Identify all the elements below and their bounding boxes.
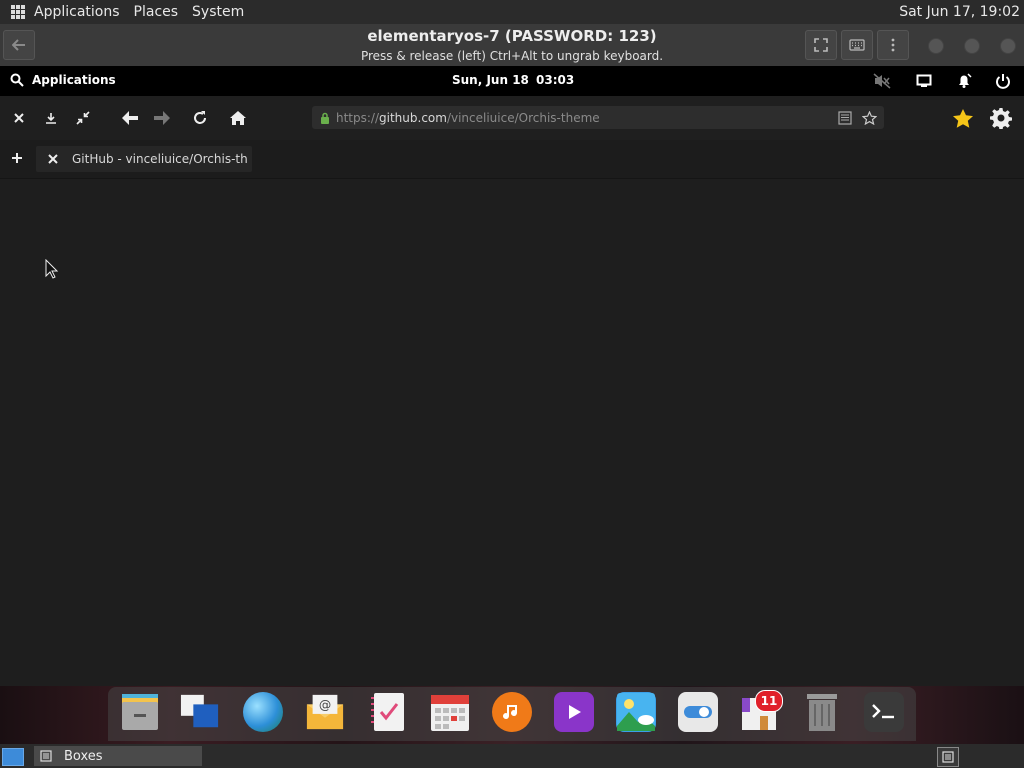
restore-button[interactable]: [71, 106, 95, 130]
reload-icon: [194, 111, 206, 124]
back-nav-button[interactable]: [118, 106, 142, 130]
show-desktop-icon[interactable]: [2, 748, 24, 766]
multitasking-icon[interactable]: [180, 692, 220, 732]
app-grid-icon[interactable]: [11, 5, 25, 19]
settings-button[interactable]: [989, 106, 1013, 130]
web-browser-icon[interactable]: [243, 692, 283, 732]
mail-icon[interactable]: @: [305, 692, 345, 732]
tab-title: GitHub - vinceliuice/Orchis-th: [72, 152, 248, 166]
url-bar[interactable]: https://github.com/vinceliuice/Orchis-th…: [312, 106, 884, 129]
taskbar-item-boxes[interactable]: Boxes: [34, 746, 202, 766]
mouse-pointer-icon: [45, 259, 59, 279]
terminal-icon[interactable]: [864, 692, 904, 732]
boxes-app-icon: [40, 750, 52, 762]
host-clock[interactable]: Sat Jun 17, 19:02: [899, 4, 1020, 20]
videos-icon[interactable]: [554, 692, 594, 732]
home-button[interactable]: [226, 106, 250, 130]
workspace-switcher-icon[interactable]: [937, 747, 959, 767]
fullscreen-icon: [814, 38, 828, 52]
sound-muted-icon[interactable]: [873, 72, 891, 90]
keyboard-button[interactable]: [841, 30, 873, 60]
svg-text:@: @: [319, 698, 331, 712]
arrow-right-icon: [154, 111, 170, 125]
download-icon: [46, 113, 56, 124]
guest-time[interactable]: 03:03: [536, 73, 574, 87]
guest-top-panel: Applications Sun, Jun 18 03:03: [0, 66, 1024, 96]
browser-tab[interactable]: GitHub - vinceliuice/Orchis-th: [36, 146, 252, 172]
appcenter-update-badge: 11: [755, 690, 783, 712]
menu-button[interactable]: [877, 30, 909, 60]
notifications-icon[interactable]: [955, 72, 973, 90]
calendar-icon[interactable]: [430, 692, 470, 732]
arrow-left-icon: [122, 111, 138, 125]
taskbar-item-label: Boxes: [64, 748, 103, 764]
lock-icon: [321, 112, 329, 124]
minimize-window-button[interactable]: [928, 38, 944, 54]
page-content[interactable]: [0, 179, 1024, 686]
power-icon[interactable]: [994, 72, 1012, 90]
bookmark-star-icon[interactable]: [862, 110, 877, 125]
close-window-button[interactable]: [1000, 38, 1016, 54]
reload-button[interactable]: [188, 106, 212, 130]
guest-applications-button[interactable]: Applications: [10, 73, 116, 87]
star-icon: [953, 108, 973, 128]
files-icon[interactable]: [120, 692, 160, 732]
maximize-window-button[interactable]: [964, 38, 980, 54]
guest-applications-label: Applications: [32, 73, 116, 87]
gear-icon: [990, 108, 1012, 129]
forward-nav-button[interactable]: [150, 106, 174, 130]
bookmarks-button[interactable]: [951, 106, 975, 130]
host-top-panel: Applications Places System Sat Jun 17, 1…: [0, 0, 1024, 24]
display-icon[interactable]: [915, 72, 933, 90]
home-icon: [230, 111, 246, 125]
boxes-header-bar: elementaryos-7 (PASSWORD: 123) Press & r…: [0, 24, 1024, 67]
close-page-button[interactable]: [7, 106, 31, 130]
close-tab-icon[interactable]: [48, 154, 58, 164]
close-icon: [14, 113, 24, 123]
music-icon[interactable]: [492, 692, 532, 732]
kebab-menu-icon: [891, 38, 895, 52]
tasks-icon[interactable]: [368, 692, 408, 732]
fullscreen-button[interactable]: [805, 30, 837, 60]
shrink-icon: [76, 111, 90, 125]
url-text: https://github.com/vinceliuice/Orchis-th…: [336, 110, 600, 125]
new-tab-button[interactable]: [5, 146, 29, 170]
settings-icon[interactable]: [678, 692, 718, 732]
guest-date[interactable]: Sun, Jun 18: [452, 73, 529, 87]
reader-mode-icon[interactable]: [838, 110, 852, 125]
keyboard-icon: [849, 39, 865, 51]
menu-applications[interactable]: Applications: [34, 4, 120, 20]
plus-icon: [12, 153, 22, 163]
menu-system[interactable]: System: [192, 4, 244, 20]
trash-icon[interactable]: [802, 692, 842, 732]
menu-places[interactable]: Places: [134, 4, 179, 20]
search-icon: [10, 73, 24, 87]
downloads-button[interactable]: [39, 106, 63, 130]
photos-icon[interactable]: [616, 692, 656, 732]
